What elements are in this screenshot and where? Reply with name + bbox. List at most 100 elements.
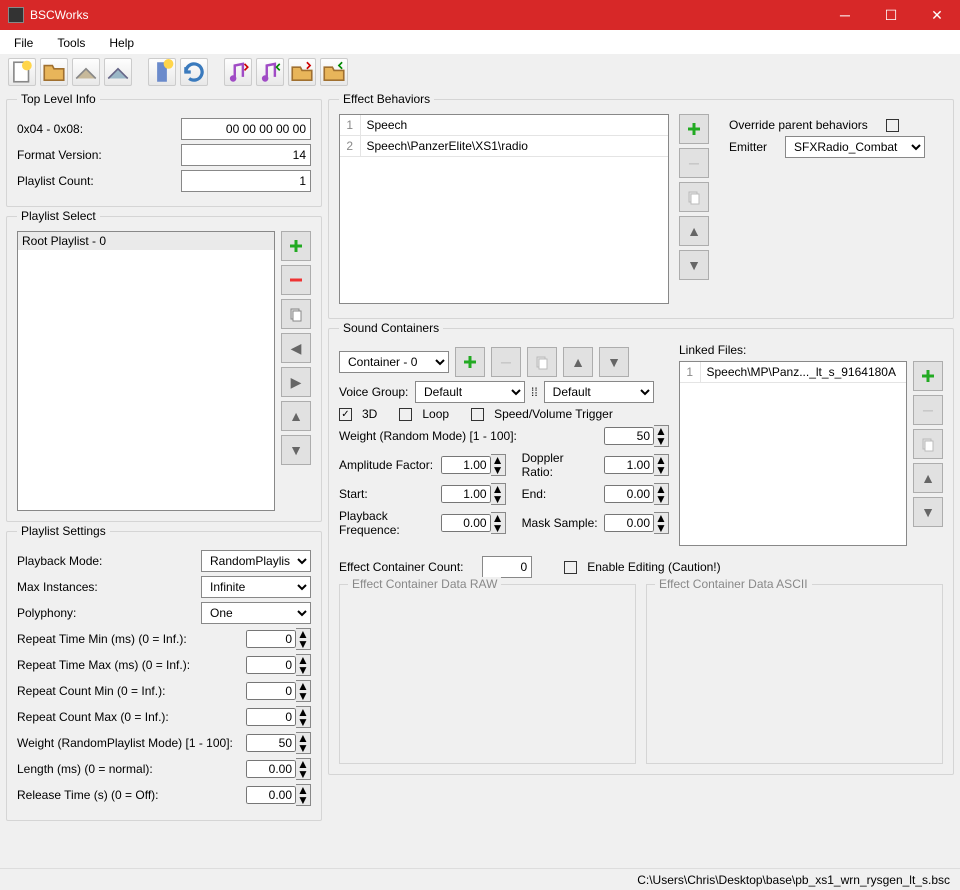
spinner[interactable]: ▲▼ — [296, 784, 311, 806]
raw-label: Effect Container Data RAW — [348, 577, 501, 591]
remove-button[interactable]: ─ — [491, 347, 521, 377]
save-icon[interactable] — [72, 58, 100, 86]
polyphony-select[interactable]: One — [201, 602, 311, 624]
folder-export-icon[interactable] — [288, 58, 316, 86]
end-input[interactable] — [604, 485, 654, 503]
playlist-item[interactable]: Root Playlist - 0 — [18, 232, 274, 250]
spinner[interactable]: ▲▼ — [296, 758, 311, 780]
mask-label: Mask Sample: — [522, 516, 598, 530]
spinner[interactable]: ▲▼ — [491, 454, 506, 476]
release-input[interactable] — [246, 786, 296, 804]
spinner[interactable]: ▲▼ — [654, 425, 669, 447]
vg1-select[interactable]: Default — [415, 381, 525, 403]
raw-data-box: Effect Container Data RAW — [339, 584, 636, 764]
remove-button[interactable]: ─ — [913, 395, 943, 425]
override-checkbox[interactable] — [886, 119, 899, 132]
doppler-input[interactable] — [604, 456, 654, 474]
ecc-input[interactable] — [482, 556, 532, 578]
status-path: C:\Users\Chris\Desktop\base\pb_xs1_wrn_r… — [637, 873, 950, 887]
up-button[interactable]: ▲ — [281, 401, 311, 431]
playlist-count-input[interactable] — [181, 170, 311, 192]
container-select[interactable]: Container - 0 — [339, 351, 449, 373]
vg2-select[interactable]: Default — [544, 381, 654, 403]
add-button[interactable] — [281, 231, 311, 261]
weight-input[interactable] — [246, 734, 296, 752]
top-level-legend: Top Level Info — [17, 92, 100, 106]
enable-editing-checkbox[interactable] — [564, 561, 577, 574]
format-input[interactable] — [181, 144, 311, 166]
behavior-item[interactable]: Speech\PanzerElite\XS1\radio — [360, 136, 668, 157]
down-button[interactable]: ▼ — [599, 347, 629, 377]
spinner[interactable]: ▲▼ — [654, 483, 669, 505]
spinner[interactable]: ▲▼ — [654, 512, 669, 534]
copy-button[interactable] — [679, 182, 709, 212]
menu-tools[interactable]: Tools — [47, 34, 95, 52]
length-label: Length (ms) (0 = normal): — [17, 762, 240, 776]
folder-import-icon[interactable] — [320, 58, 348, 86]
down-button[interactable]: ▼ — [913, 497, 943, 527]
playback-mode-select[interactable]: RandomPlaylist — [201, 550, 311, 572]
rcmax-input[interactable] — [246, 708, 296, 726]
menu-help[interactable]: Help — [99, 34, 144, 52]
rcmin-input[interactable] — [246, 682, 296, 700]
left-button[interactable]: ◀ — [281, 333, 311, 363]
spinner[interactable]: ▲▼ — [491, 512, 506, 534]
copy-button[interactable] — [913, 429, 943, 459]
3d-checkbox[interactable]: ✓ — [339, 408, 352, 421]
effect-behaviors-legend: Effect Behaviors — [339, 92, 434, 106]
up-button[interactable]: ▲ — [563, 347, 593, 377]
spinner[interactable]: ▲▼ — [296, 706, 311, 728]
sc-weight-input[interactable] — [604, 427, 654, 445]
freq-label: Playback Frequence: — [339, 509, 435, 537]
music-export-icon[interactable] — [224, 58, 252, 86]
right-button[interactable]: ▶ — [281, 367, 311, 397]
maximize-button[interactable]: ☐ — [868, 0, 914, 30]
minimize-button[interactable]: ─ — [822, 0, 868, 30]
app-title: BSCWorks — [30, 8, 822, 22]
rtmax-input[interactable] — [246, 656, 296, 674]
down-button[interactable]: ▼ — [679, 250, 709, 280]
spinner[interactable]: ▲▼ — [491, 483, 506, 505]
loop-checkbox[interactable] — [399, 408, 412, 421]
refresh-icon[interactable] — [180, 58, 208, 86]
down-button[interactable]: ▼ — [281, 435, 311, 465]
length-input[interactable] — [246, 760, 296, 778]
copy-button[interactable] — [527, 347, 557, 377]
close-button[interactable]: ✕ — [914, 0, 960, 30]
spinner[interactable]: ▲▼ — [296, 654, 311, 676]
bookmark-icon[interactable] — [148, 58, 176, 86]
spinner[interactable]: ▲▼ — [296, 628, 311, 650]
spinner[interactable]: ▲▼ — [296, 680, 311, 702]
up-button[interactable]: ▲ — [679, 216, 709, 246]
behavior-item[interactable]: Speech — [360, 115, 668, 136]
open-file-icon[interactable] — [40, 58, 68, 86]
spinner[interactable]: ▲▼ — [296, 732, 311, 754]
add-button[interactable] — [679, 114, 709, 144]
remove-button[interactable]: ─ — [679, 148, 709, 178]
mask-input[interactable] — [604, 514, 654, 532]
playlist-listbox[interactable]: Root Playlist - 0 — [17, 231, 275, 511]
add-button[interactable] — [913, 361, 943, 391]
spinner[interactable]: ▲▼ — [654, 454, 669, 476]
amp-input[interactable] — [441, 456, 491, 474]
freq-input[interactable] — [441, 514, 491, 532]
up-button[interactable]: ▲ — [913, 463, 943, 493]
remove-button[interactable] — [281, 265, 311, 295]
link-icon[interactable]: ⁞⁞ — [531, 385, 538, 399]
new-file-icon[interactable] — [8, 58, 36, 86]
hex-input[interactable] — [181, 118, 311, 140]
start-input[interactable] — [441, 485, 491, 503]
linked-item[interactable]: Speech\MP\Panz..._lt_s_9164180A — [700, 362, 906, 383]
save-as-icon[interactable] — [104, 58, 132, 86]
svt-checkbox[interactable] — [471, 408, 484, 421]
add-button[interactable] — [455, 347, 485, 377]
emitter-select[interactable]: SFXRadio_Combat — [785, 136, 925, 158]
behaviors-list[interactable]: 1Speech 2Speech\PanzerElite\XS1\radio — [339, 114, 669, 304]
copy-button[interactable] — [281, 299, 311, 329]
linked-list[interactable]: 1Speech\MP\Panz..._lt_s_9164180A — [679, 361, 907, 546]
music-import-icon[interactable] — [256, 58, 284, 86]
row-num: 2 — [340, 136, 360, 157]
max-instances-select[interactable]: Infinite — [201, 576, 311, 598]
menu-file[interactable]: File — [4, 34, 43, 52]
rtmin-input[interactable] — [246, 630, 296, 648]
